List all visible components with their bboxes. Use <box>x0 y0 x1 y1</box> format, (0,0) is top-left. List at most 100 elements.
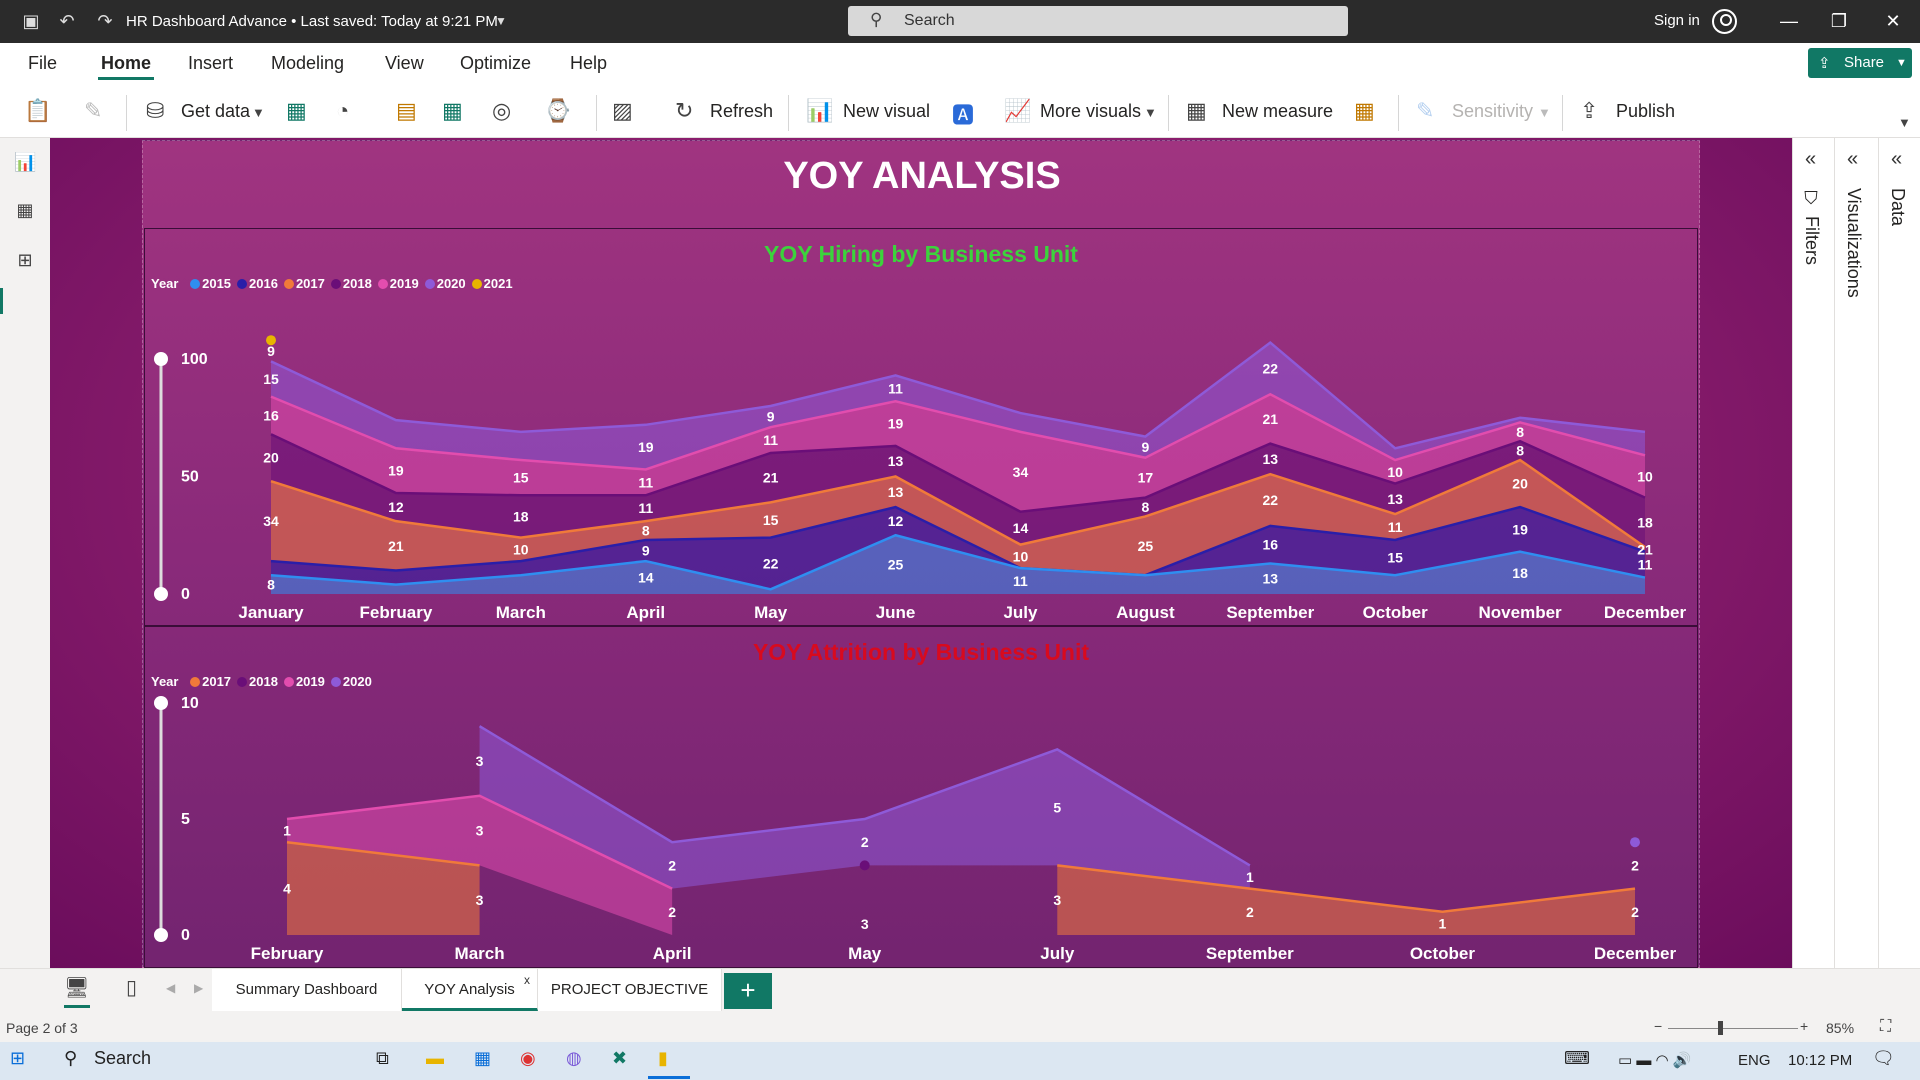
slicer-handle-bottom[interactable] <box>154 928 168 942</box>
tab-close-icon[interactable]: x <box>524 973 530 987</box>
chrome-icon[interactable]: ◉ <box>520 1048 536 1069</box>
enter-data-icon[interactable]: ▦ <box>442 98 463 124</box>
tray-icons[interactable]: ▭ ▬ ◠ 🔊 <box>1618 1051 1691 1069</box>
x-tick-label: August <box>1116 603 1175 622</box>
filters-pane-label[interactable]: Filters <box>1801 216 1822 265</box>
zoom-slider-thumb[interactable] <box>1718 1021 1723 1035</box>
zoom-slider[interactable] <box>1668 1028 1798 1029</box>
zoom-in-icon[interactable]: + <box>1800 1018 1808 1034</box>
datahub-icon[interactable]: ◔ <box>336 98 349 124</box>
menu-view[interactable]: View <box>385 53 424 74</box>
format-painter-icon[interactable]: ✎ <box>84 98 102 124</box>
data-label-2018: 8 <box>1141 499 1149 515</box>
tab-summary-dashboard[interactable]: Summary Dashboard <box>212 969 402 1011</box>
scroll-left-icon[interactable]: ◀ <box>166 981 175 995</box>
undo-icon[interactable]: ↶ <box>56 10 78 32</box>
data-pane[interactable]: « Data <box>1878 138 1920 968</box>
get-data-button[interactable]: Get data <box>181 101 250 122</box>
quick-measure-icon[interactable]: ▦ <box>1354 98 1375 124</box>
menu-modeling[interactable]: Modeling <box>271 53 344 74</box>
visualizations-pane[interactable]: « Visualizations <box>1834 138 1878 968</box>
close-button[interactable]: ✕ <box>1870 8 1916 34</box>
file-explorer-icon[interactable]: ▬ <box>426 1048 444 1069</box>
new-measure-button[interactable]: New measure <box>1222 101 1333 122</box>
visualizations-pane-label[interactable]: Visualizations <box>1843 188 1864 298</box>
text-box-icon[interactable]: 🅰 <box>952 98 974 130</box>
data-label-2019: 10 <box>1637 469 1653 485</box>
more-visuals-button[interactable]: More visuals <box>1040 101 1141 122</box>
zoom-out-icon[interactable]: − <box>1654 1018 1662 1034</box>
scroll-right-icon[interactable]: ▶ <box>194 981 203 995</box>
restore-button[interactable]: ❐ <box>1816 8 1862 34</box>
title-dropdown-icon[interactable]: ▼ <box>490 10 512 32</box>
menu-insert[interactable]: Insert <box>188 53 233 74</box>
chevron-down-icon[interactable]: ▼ <box>1538 105 1551 120</box>
ribbon-expand-icon[interactable]: ▼ <box>1898 115 1911 130</box>
store-icon[interactable]: ▦ <box>474 1048 491 1069</box>
series-point-2020[interactable] <box>1630 837 1640 848</box>
collapse-icon[interactable]: « <box>1847 148 1858 171</box>
sensitivity-button[interactable]: Sensitivity <box>1452 101 1533 122</box>
minimize-button[interactable]: — <box>1766 8 1812 34</box>
task-view-icon[interactable]: ⧉ <box>376 1048 389 1069</box>
file-title[interactable]: HR Dashboard Advance • Last saved: Today… <box>126 13 498 30</box>
windows-start-icon[interactable]: ⊞ <box>10 1048 25 1069</box>
save-icon[interactable]: ▣ <box>20 10 42 32</box>
notifications-icon[interactable]: 🗨 <box>1872 1048 1895 1069</box>
keyboard-icon[interactable]: ⌨ <box>1564 1048 1590 1069</box>
excel-icon[interactable]: ▦ <box>286 98 307 124</box>
collapse-icon[interactable]: « <box>1891 148 1902 171</box>
hiring-chart[interactable]: YOY Hiring by Business Unit Year 2015 201… <box>144 228 1698 626</box>
taskbar-search[interactable]: Search <box>94 1048 151 1069</box>
collapse-icon[interactable]: « <box>1805 148 1816 171</box>
series-point-2018[interactable] <box>859 860 870 871</box>
menu-file[interactable]: File <box>28 53 57 74</box>
data-pane-label[interactable]: Data <box>1887 188 1908 226</box>
powerbi-taskbar-icon[interactable]: ▮ <box>658 1048 668 1069</box>
slicer-handle-top[interactable] <box>154 352 168 366</box>
new-visual-button[interactable]: New visual <box>843 101 930 122</box>
excel-taskbar-icon[interactable]: ✖ <box>612 1048 627 1069</box>
menu-optimize[interactable]: Optimize <box>460 53 531 74</box>
share-label: Share <box>1844 54 1885 71</box>
tab-yoy-analysis[interactable]: YOY Analysis <box>402 969 538 1011</box>
user-icon[interactable] <box>1712 9 1737 34</box>
desktop-layout-icon[interactable]: 🖥 <box>64 975 89 1000</box>
recent-sources-icon[interactable]: ⌚ <box>544 98 571 124</box>
filters-pane[interactable]: « ⛉ Filters <box>1792 138 1834 968</box>
sql-icon[interactable]: ▤ <box>396 98 417 124</box>
transform-data-icon[interactable]: ▨ <box>612 98 633 124</box>
table-view-icon[interactable]: ▦ <box>14 200 36 222</box>
data-label-2019: 21 <box>1262 411 1278 427</box>
menu-home[interactable]: Home <box>101 53 151 74</box>
tab-project-objective[interactable]: PROJECT OBJECTIVE <box>538 969 722 1011</box>
slicer-handle-top[interactable] <box>154 696 168 710</box>
dataverse-icon[interactable]: ◎ <box>492 98 511 124</box>
share-button[interactable]: ⇪ Share ▼ <box>1808 48 1912 78</box>
x-tick-label: April <box>626 603 665 622</box>
redo-icon[interactable]: ↷ <box>94 10 116 32</box>
fit-to-page-icon[interactable]: ⛶ <box>1880 1018 1891 1036</box>
chevron-down-icon[interactable]: ▼ <box>252 105 265 120</box>
app-icon[interactable]: ◍ <box>566 1048 582 1069</box>
publish-button[interactable]: Publish <box>1616 101 1675 122</box>
sign-in-link[interactable]: Sign in <box>1654 12 1700 29</box>
data-label-2019: 19 <box>388 463 404 479</box>
menu-help[interactable]: Help <box>570 53 607 74</box>
language-indicator[interactable]: ENG <box>1738 1052 1771 1069</box>
chevron-down-icon: ▼ <box>1896 57 1907 69</box>
refresh-button[interactable]: Refresh <box>710 101 773 122</box>
attrition-chart[interactable]: YOY Attrition by Business Unit Year 2017… <box>144 626 1698 968</box>
add-page-button[interactable]: + <box>724 973 772 1009</box>
report-view-icon[interactable]: 📊 <box>14 152 36 174</box>
slicer-handle-bottom[interactable] <box>154 587 168 601</box>
x-tick-label: July <box>1003 603 1038 622</box>
ribbon-divider <box>788 95 789 131</box>
search-box[interactable]: ⚲ Search <box>848 6 1348 36</box>
chevron-down-icon[interactable]: ▼ <box>1144 105 1157 120</box>
model-view-icon[interactable]: ⊞ <box>14 250 36 272</box>
clock[interactable]: 10:12 PM <box>1788 1052 1852 1069</box>
paste-icon[interactable]: 📋 <box>24 98 51 124</box>
data-label-2018: 18 <box>1637 514 1653 530</box>
mobile-layout-icon[interactable]: ▯ <box>126 975 137 1000</box>
